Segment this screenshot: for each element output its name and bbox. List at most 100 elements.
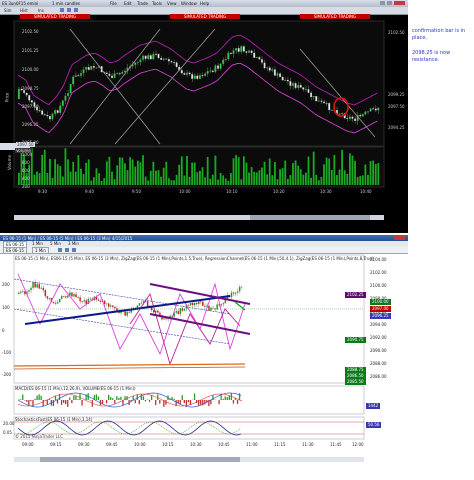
candle [198,75,201,79]
maximize-icon[interactable] [387,1,392,5]
bottom-close-icon[interactable] [394,236,405,240]
top-price-chart[interactable] [0,19,408,233]
menu-edit[interactable]: Edit [124,1,132,6]
volume-bar [255,172,258,185]
bottom-zoom-icon[interactable] [58,248,62,252]
candle [317,100,320,102]
candle [82,69,85,74]
volume-bar [111,171,113,185]
candle [97,299,100,301]
btime-11: 11:45 [330,442,342,447]
candle [232,292,235,294]
volume-bar [162,167,165,185]
menu-help[interactable]: Help [200,1,209,6]
menu-trade[interactable]: Trade [137,1,148,6]
bottom-draw-icon[interactable] [65,248,69,252]
candle [25,92,28,96]
volume-bar [36,171,38,185]
time-tick-3: 10:00 [179,189,191,194]
candle [42,287,45,291]
candle [219,63,222,69]
volume-bar [134,166,137,185]
volume-bar [312,151,315,185]
volume-bar [214,155,217,185]
candle [28,290,30,292]
volume-bar [188,176,191,185]
candle [99,300,102,302]
candle [255,57,258,59]
macd-bar [226,397,228,400]
menu-window[interactable]: Window [181,1,197,6]
toolbar-hist[interactable]: Hist [20,8,28,13]
candle [22,291,24,293]
volume-bar [372,160,375,185]
candle [271,69,274,71]
candle [36,284,38,288]
tab-3min[interactable]: 3 Min [68,241,79,246]
volume-bar [302,174,305,185]
volume-bar [90,180,93,185]
top-window-interval[interactable]: 1 min candles [52,1,80,6]
minimize-icon[interactable] [380,1,385,5]
candle [56,110,59,113]
crosshair-icon[interactable] [60,8,64,12]
volume-bar [354,160,356,185]
volume-bar [43,149,46,185]
candle [204,73,207,77]
osc-value-2: 20.00 [3,421,15,426]
candle [160,57,163,60]
btime-12: 12:00 [352,442,364,447]
candle [67,295,69,298]
candle [245,51,248,53]
volume-bar [284,160,287,185]
menu-view[interactable]: View [167,1,177,6]
right-price-2: 2100.00 [370,283,387,288]
candle [54,110,57,114]
candle [38,110,41,112]
candle [229,52,232,55]
candle [232,50,235,55]
candle [79,297,81,302]
bottom-indicator-icon[interactable] [72,248,76,252]
tag-2100: 2100.00 [370,299,391,305]
volume-bar [72,161,75,185]
candle [286,79,289,82]
tab-1min[interactable]: 1 Min [32,241,43,246]
price-tick-3: 2098.75 [22,86,39,91]
candle [32,282,34,288]
menu-tools[interactable]: Tools [152,1,162,6]
candle [90,65,93,70]
volume-bar [224,178,227,185]
btime-8: 11:00 [246,442,258,447]
candle [63,296,65,297]
toolbar-ins[interactable]: Ins [38,8,44,13]
time-tick-0: 9:30 [38,189,47,194]
tab-5min[interactable]: 5 Min [50,241,61,246]
volume-bar [361,175,364,185]
toolbar-sim[interactable]: Sim [4,8,12,13]
macd-bar [22,394,24,400]
volume-bar [294,160,297,185]
macd-bar [148,400,151,402]
right-tag-3: 2094.25 [388,125,405,130]
candle [142,55,145,60]
candle [114,307,116,309]
macd-bar [112,398,114,400]
volume-bar [219,172,222,185]
candle [173,62,176,64]
vol-tick-3: 400 [22,176,30,181]
close-icon[interactable] [394,1,405,5]
volume-bar [80,168,82,185]
candle [52,301,55,303]
instrument-select[interactable]: ES 06-15 [3,247,27,254]
price-tick-4: 2097.50 [22,104,39,109]
candle [299,84,302,88]
menu-file[interactable]: File [110,1,117,6]
interval-select[interactable]: 1 Min [32,247,49,254]
volume-bar [147,180,150,185]
volume-bar [253,171,256,185]
zoom-icon[interactable] [67,8,71,12]
draw-line-icon[interactable] [74,8,78,12]
macd-bar [238,393,241,400]
macd-bar [81,400,83,406]
